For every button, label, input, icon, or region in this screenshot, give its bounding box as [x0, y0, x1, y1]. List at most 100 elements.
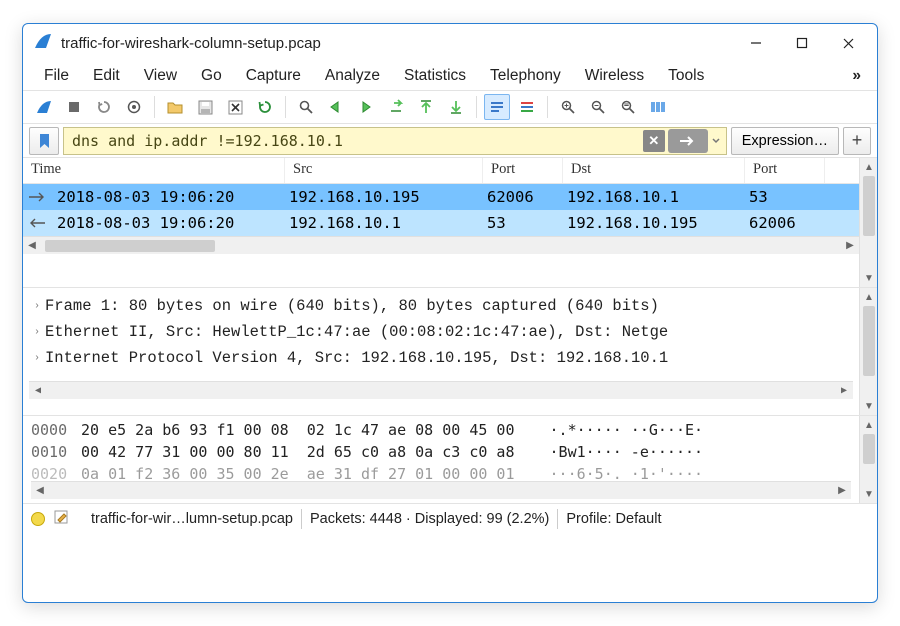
cell-dport: 53	[749, 188, 809, 206]
packet-bytes-view[interactable]: 000020 e5 2a b6 93 f1 00 08 02 1c 47 ae …	[23, 416, 859, 503]
expand-icon[interactable]: ›	[29, 327, 45, 338]
main-toolbar	[23, 90, 877, 124]
display-filter-input[interactable]	[72, 132, 643, 150]
packet-list-header[interactable]: Time Src Port Dst Port	[23, 158, 859, 184]
detail-text: Internet Protocol Version 4, Src: 192.16…	[45, 349, 668, 367]
packet-details-tree[interactable]: ›Frame 1: 80 bytes on wire (640 bits), 8…	[23, 288, 859, 415]
column-dst[interactable]: Dst	[563, 158, 745, 183]
column-src[interactable]: Src	[285, 158, 483, 183]
menubar: File Edit View Go Capture Analyze Statis…	[23, 62, 877, 90]
resize-columns-icon[interactable]	[645, 94, 671, 120]
details-vscroll[interactable]: ▲ ▼	[859, 288, 877, 415]
packet-list-vscroll[interactable]: ▲ ▼	[859, 158, 877, 287]
zoom-out-icon[interactable]	[585, 94, 611, 120]
minimize-button[interactable]	[733, 28, 779, 58]
status-profile[interactable]: Profile: Default	[566, 511, 661, 527]
scroll-right-icon[interactable]: ▶	[841, 237, 859, 255]
packet-details-pane: ›Frame 1: 80 bytes on wire (640 bits), 8…	[23, 288, 877, 416]
menu-view[interactable]: View	[133, 65, 188, 87]
details-hscroll[interactable]: ◀ ▶	[29, 381, 853, 399]
edit-capture-icon[interactable]	[53, 509, 69, 529]
close-button[interactable]	[825, 28, 871, 58]
menu-overflow[interactable]: »	[846, 67, 867, 85]
detail-line[interactable]: ›Ethernet II, Src: HewlettP_1c:47:ae (00…	[29, 319, 853, 345]
stop-capture-icon[interactable]	[61, 94, 87, 120]
close-file-icon[interactable]	[222, 94, 248, 120]
shark-fin-icon[interactable]	[31, 94, 57, 120]
maximize-button[interactable]	[779, 28, 825, 58]
menu-go[interactable]: Go	[190, 65, 233, 87]
detail-line[interactable]: ›Internet Protocol Version 4, Src: 192.1…	[29, 345, 853, 371]
byte-ascii: ·.*····· ··G···E·	[540, 421, 703, 439]
menu-edit[interactable]: Edit	[82, 65, 131, 87]
menu-wireless[interactable]: Wireless	[574, 65, 655, 87]
menu-file[interactable]: File	[33, 65, 80, 87]
scroll-thumb[interactable]	[45, 240, 215, 252]
scroll-down-icon[interactable]: ▼	[860, 269, 877, 287]
bytes-line[interactable]: 001000 42 77 31 00 00 80 11 2d 65 c0 a8 …	[31, 443, 851, 465]
scroll-down-icon[interactable]: ▼	[860, 485, 877, 503]
scroll-up-icon[interactable]: ▲	[860, 288, 877, 306]
scroll-left-icon[interactable]: ◀	[23, 237, 41, 255]
scroll-right-icon[interactable]: ▶	[833, 482, 851, 500]
column-sport[interactable]: Port	[483, 158, 563, 183]
bytes-vscroll[interactable]: ▲ ▼	[859, 416, 877, 503]
cell-dst: 192.168.10.195	[567, 214, 749, 232]
go-first-icon[interactable]	[413, 94, 439, 120]
apply-filter-button[interactable]	[668, 129, 708, 153]
auto-scroll-icon[interactable]	[484, 94, 510, 120]
display-filter-field[interactable]: ✕	[63, 127, 727, 155]
menu-telephony[interactable]: Telephony	[479, 65, 572, 87]
scroll-thumb[interactable]	[863, 434, 875, 464]
reload-icon[interactable]	[252, 94, 278, 120]
go-to-icon[interactable]	[383, 94, 409, 120]
scroll-thumb[interactable]	[863, 176, 875, 236]
window-title: traffic-for-wireshark-column-setup.pcap	[61, 35, 321, 52]
zoom-reset-icon[interactable]	[615, 94, 641, 120]
menu-tools[interactable]: Tools	[657, 65, 715, 87]
byte-hex: 00 42 77 31 00 00 80 11 2d 65 c0 a8 0a c…	[81, 443, 514, 461]
open-file-icon[interactable]	[162, 94, 188, 120]
menu-statistics[interactable]: Statistics	[393, 65, 477, 87]
expand-icon[interactable]: ›	[29, 353, 45, 364]
capture-options-icon[interactable]	[121, 94, 147, 120]
status-file: traffic-for-wir…lumn-setup.pcap	[91, 511, 293, 527]
toolbar-separator	[547, 96, 548, 118]
expert-info-icon[interactable]	[31, 512, 45, 526]
colorize-icon[interactable]	[514, 94, 540, 120]
packet-row[interactable]: 2018-08-03 19:06:20 192.168.10.1 53 192.…	[23, 210, 859, 236]
column-dport[interactable]: Port	[745, 158, 825, 183]
scroll-left-icon[interactable]: ◀	[31, 482, 49, 500]
filter-bookmark-button[interactable]	[29, 127, 59, 155]
zoom-in-icon[interactable]	[555, 94, 581, 120]
scroll-thumb[interactable]	[863, 306, 875, 376]
scroll-right-icon[interactable]: ▶	[835, 382, 853, 400]
find-icon[interactable]	[293, 94, 319, 120]
column-time[interactable]: Time	[23, 158, 285, 183]
go-forward-icon[interactable]	[353, 94, 379, 120]
scroll-up-icon[interactable]: ▲	[860, 416, 877, 434]
go-back-icon[interactable]	[323, 94, 349, 120]
go-last-icon[interactable]	[443, 94, 469, 120]
scroll-up-icon[interactable]: ▲	[860, 158, 877, 176]
menu-capture[interactable]: Capture	[235, 65, 312, 87]
direction-in-icon	[27, 216, 57, 230]
restart-capture-icon[interactable]	[91, 94, 117, 120]
scroll-down-icon[interactable]: ▼	[860, 397, 877, 415]
expand-icon[interactable]: ›	[29, 301, 45, 312]
expression-button[interactable]: Expression…	[731, 127, 839, 155]
clear-filter-icon[interactable]: ✕	[643, 130, 665, 152]
bytes-line[interactable]: 000020 e5 2a b6 93 f1 00 08 02 1c 47 ae …	[31, 421, 851, 443]
scroll-left-icon[interactable]: ◀	[29, 382, 47, 400]
save-file-icon[interactable]	[192, 94, 218, 120]
shark-fin-icon	[33, 31, 53, 55]
packet-row[interactable]: 2018-08-03 19:06:20 192.168.10.195 62006…	[23, 184, 859, 210]
toolbar-separator	[476, 96, 477, 118]
add-filter-button[interactable]: +	[843, 127, 871, 155]
menu-analyze[interactable]: Analyze	[314, 65, 391, 87]
wireshark-window: traffic-for-wireshark-column-setup.pcap …	[22, 23, 878, 603]
packet-list-hscroll[interactable]: ◀ ▶	[23, 236, 859, 254]
packet-list-rows[interactable]: 2018-08-03 19:06:20 192.168.10.195 62006…	[23, 184, 859, 236]
detail-line[interactable]: ›Frame 1: 80 bytes on wire (640 bits), 8…	[29, 293, 853, 319]
bytes-hscroll[interactable]: ◀ ▶	[31, 481, 851, 499]
